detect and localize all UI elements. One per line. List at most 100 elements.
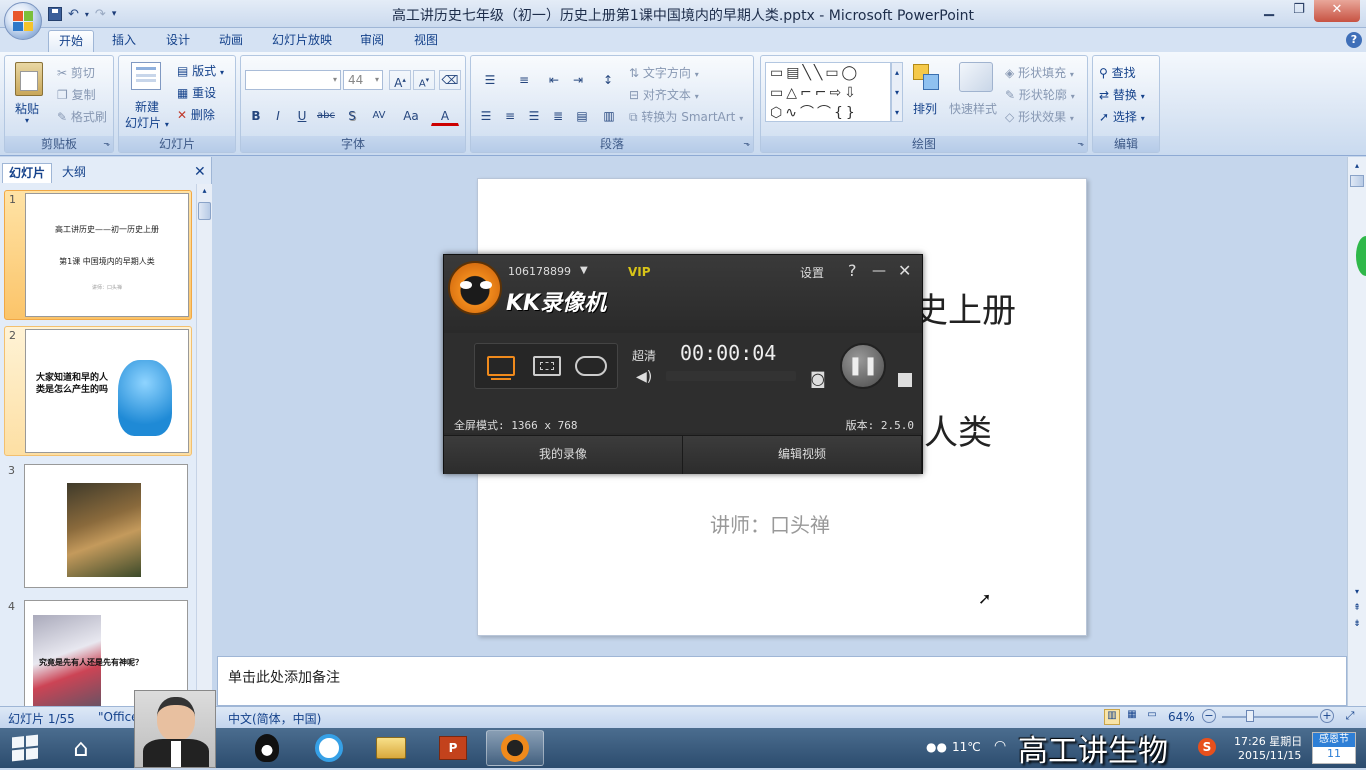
language-indicator[interactable]: 中文(简体，中国) xyxy=(228,710,321,727)
zoom-in-icon[interactable]: + xyxy=(1320,709,1334,723)
reset-button[interactable]: ▦ 重设 xyxy=(177,84,216,101)
tab-home[interactable]: 开始 xyxy=(48,30,94,52)
align-right-icon[interactable]: ☰ xyxy=(523,106,545,126)
quick-styles-icon[interactable] xyxy=(959,62,993,92)
shape-effects-button[interactable]: ◇ 形状效果 ▾ xyxy=(1005,108,1074,125)
start-button[interactable] xyxy=(0,730,50,766)
redo-icon[interactable]: ↷ xyxy=(95,7,106,22)
quality-label[interactable]: 超清 xyxy=(632,347,656,364)
thumbnail-3[interactable]: 3 xyxy=(4,462,192,592)
numbering-icon[interactable]: ≡ xyxy=(509,70,539,90)
close-button[interactable]: ✕ xyxy=(1314,0,1360,22)
bold-button[interactable]: B xyxy=(245,106,267,126)
kk-recorder-taskbar-icon[interactable] xyxy=(486,730,544,766)
weather-icon[interactable]: ●● xyxy=(926,740,947,754)
scroll-thumb[interactable] xyxy=(198,202,211,220)
customize-qat-icon[interactable]: ▾ xyxy=(112,9,117,19)
paste-button[interactable]: 粘贴 xyxy=(15,100,39,117)
italic-button[interactable]: I xyxy=(267,106,289,126)
prev-slide-icon[interactable]: ⇞ xyxy=(1350,603,1364,613)
region-mode-icon[interactable] xyxy=(533,356,561,376)
thumbnail-2[interactable]: 2 大家知道和早的人类是怎么产生的吗 xyxy=(4,326,192,456)
arrange-icon[interactable] xyxy=(911,62,941,92)
columns-icon[interactable]: ▥ xyxy=(595,106,623,126)
strikethrough-button[interactable]: abc xyxy=(315,106,337,126)
align-text-button[interactable]: ⊟ 对齐文本 ▾ xyxy=(629,86,699,103)
clear-format-icon[interactable]: ⌫ xyxy=(439,70,461,90)
tab-outline[interactable]: 大纲 xyxy=(56,163,92,183)
tab-view[interactable]: 视图 xyxy=(404,30,448,52)
zoom-level[interactable]: 64% xyxy=(1168,710,1195,724)
fullscreen-mode-icon[interactable] xyxy=(487,356,515,380)
zoom-slider-thumb[interactable] xyxy=(1246,710,1254,722)
shrink-font-button[interactable]: A▾ xyxy=(413,70,435,90)
tab-slides[interactable]: 幻灯片 xyxy=(2,163,53,183)
account-dropdown-icon[interactable]: ▼ xyxy=(580,265,588,276)
decrease-indent-icon[interactable]: ⇤ xyxy=(543,70,565,90)
quick-styles-button[interactable]: 快速样式 xyxy=(949,100,997,117)
kk-minimize-button[interactable]: — xyxy=(872,263,886,279)
change-case-button[interactable]: Aa xyxy=(397,106,425,126)
convert-smartart-button[interactable]: ⧉ 转换为 SmartArt ▾ xyxy=(629,108,743,125)
normal-view-icon[interactable]: ▥ xyxy=(1104,709,1120,725)
format-painter-button[interactable]: ✎ 格式刷 xyxy=(57,108,107,125)
dialog-launcher-icon[interactable]: ⬎ xyxy=(103,136,110,152)
new-slide-button[interactable]: 幻灯片 ▾ xyxy=(125,114,169,131)
new-slide-label[interactable]: 新建 xyxy=(135,98,159,115)
clock-date[interactable]: 2015/11/15 xyxy=(1238,749,1301,762)
help-icon[interactable]: ? xyxy=(1346,32,1362,48)
find-button[interactable]: ⚲ 查找 xyxy=(1099,64,1136,81)
wifi-icon[interactable]: ◠ xyxy=(994,738,1006,754)
browser-taskbar-icon[interactable] xyxy=(300,730,358,766)
font-name-combobox[interactable]: ▾ xyxy=(245,70,341,90)
copy-button[interactable]: ❐ 复制 xyxy=(57,86,96,103)
kk-settings-button[interactable]: 设置 xyxy=(800,264,824,281)
line-spacing-icon[interactable]: ↕ xyxy=(593,70,623,90)
clock-time[interactable]: 17:26 星期日 xyxy=(1234,733,1302,749)
office-button[interactable] xyxy=(4,2,42,40)
restore-button[interactable]: ❐ xyxy=(1284,0,1314,22)
calendar-widget[interactable]: 感恩节 11 xyxy=(1312,732,1356,764)
qq-taskbar-icon[interactable] xyxy=(238,730,296,766)
undo-dropdown-icon[interactable]: ▾ xyxy=(85,10,89,19)
undo-icon[interactable]: ↶ xyxy=(68,7,79,22)
kk-close-button[interactable]: ✕ xyxy=(898,261,911,280)
font-color-button[interactable]: A xyxy=(431,106,459,126)
shape-fill-button[interactable]: ◈ 形状填充 ▾ xyxy=(1005,64,1074,81)
bullets-icon[interactable]: ☰ xyxy=(475,70,505,90)
paste-icon[interactable] xyxy=(15,62,43,96)
scroll-up-icon[interactable]: ▴ xyxy=(198,186,211,200)
tab-animations[interactable]: 动画 xyxy=(210,30,252,52)
volume-icon[interactable]: ◀) xyxy=(636,369,652,385)
slideshow-view-icon[interactable]: ▭ xyxy=(1144,709,1160,725)
cut-button[interactable]: ✂ 剪切 xyxy=(57,64,95,81)
zoom-slider[interactable] xyxy=(1222,716,1318,718)
shape-outline-button[interactable]: ✎ 形状轮廓 ▾ xyxy=(1005,86,1075,103)
sogou-ime-icon[interactable]: S xyxy=(1198,738,1216,756)
minimize-button[interactable]: ▁ xyxy=(1254,0,1284,22)
stop-button[interactable] xyxy=(898,373,912,387)
fit-to-window-icon[interactable]: ⤢ xyxy=(1342,709,1358,725)
char-spacing-button[interactable]: AV xyxy=(365,106,393,126)
my-recordings-button[interactable]: 我的录像 xyxy=(444,436,683,474)
justify-icon[interactable]: ≣ xyxy=(547,106,569,126)
tab-insert[interactable]: 插入 xyxy=(104,30,144,52)
scroll-thumb[interactable] xyxy=(1350,175,1364,187)
kk-account-id[interactable]: 106178899 xyxy=(508,265,571,278)
shapes-gallery[interactable]: ▭▤╲╲▭◯ ▭△⌐⌐⇨⇩ ⬡∿⌒⌒{} xyxy=(765,62,891,122)
panel-scrollbar[interactable]: ▴ xyxy=(196,184,212,706)
file-explorer-taskbar-icon[interactable] xyxy=(362,730,420,766)
edit-video-button[interactable]: 编辑视频 xyxy=(683,436,922,474)
panel-close-button[interactable]: ✕ xyxy=(188,163,212,183)
underline-button[interactable]: U xyxy=(291,106,313,126)
pause-button[interactable]: ❚❚ xyxy=(840,343,886,389)
text-direction-button[interactable]: ⇅ 文字方向 ▾ xyxy=(629,64,699,81)
increase-indent-icon[interactable]: ⇥ xyxy=(567,70,589,90)
powerpoint-taskbar-icon[interactable]: P xyxy=(424,730,482,766)
vip-badge[interactable]: VIP xyxy=(628,265,651,279)
scroll-down-icon[interactable]: ▾ xyxy=(1350,587,1364,596)
thumbnail-1[interactable]: 1 高工讲历史——初一历史上册 第1课 中国境内的早期人类 讲师：口头禅 xyxy=(4,190,192,320)
select-button[interactable]: ➚ 选择 ▾ xyxy=(1099,108,1145,125)
game-mode-icon[interactable] xyxy=(575,356,607,376)
dialog-launcher-icon[interactable]: ⬎ xyxy=(743,136,750,152)
